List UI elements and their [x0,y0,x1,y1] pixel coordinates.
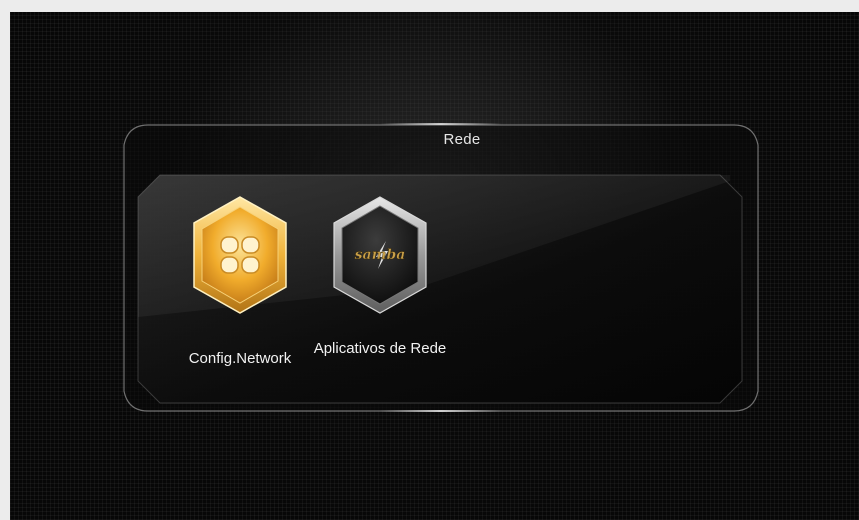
network-menu-panel: Rede Config.Network samba Aplicativos de… [120,117,762,419]
menu-title: Rede [443,131,481,148]
tv-screen: Rede Config.Network samba Aplicativos de… [10,12,859,520]
samba-icon: samba [333,196,427,314]
samba-logo-text: samba [355,247,406,263]
network-config-icon [193,196,287,314]
network-config-label: Config.Network [188,350,292,367]
network-apps-label: Aplicativos de Rede [313,340,447,357]
